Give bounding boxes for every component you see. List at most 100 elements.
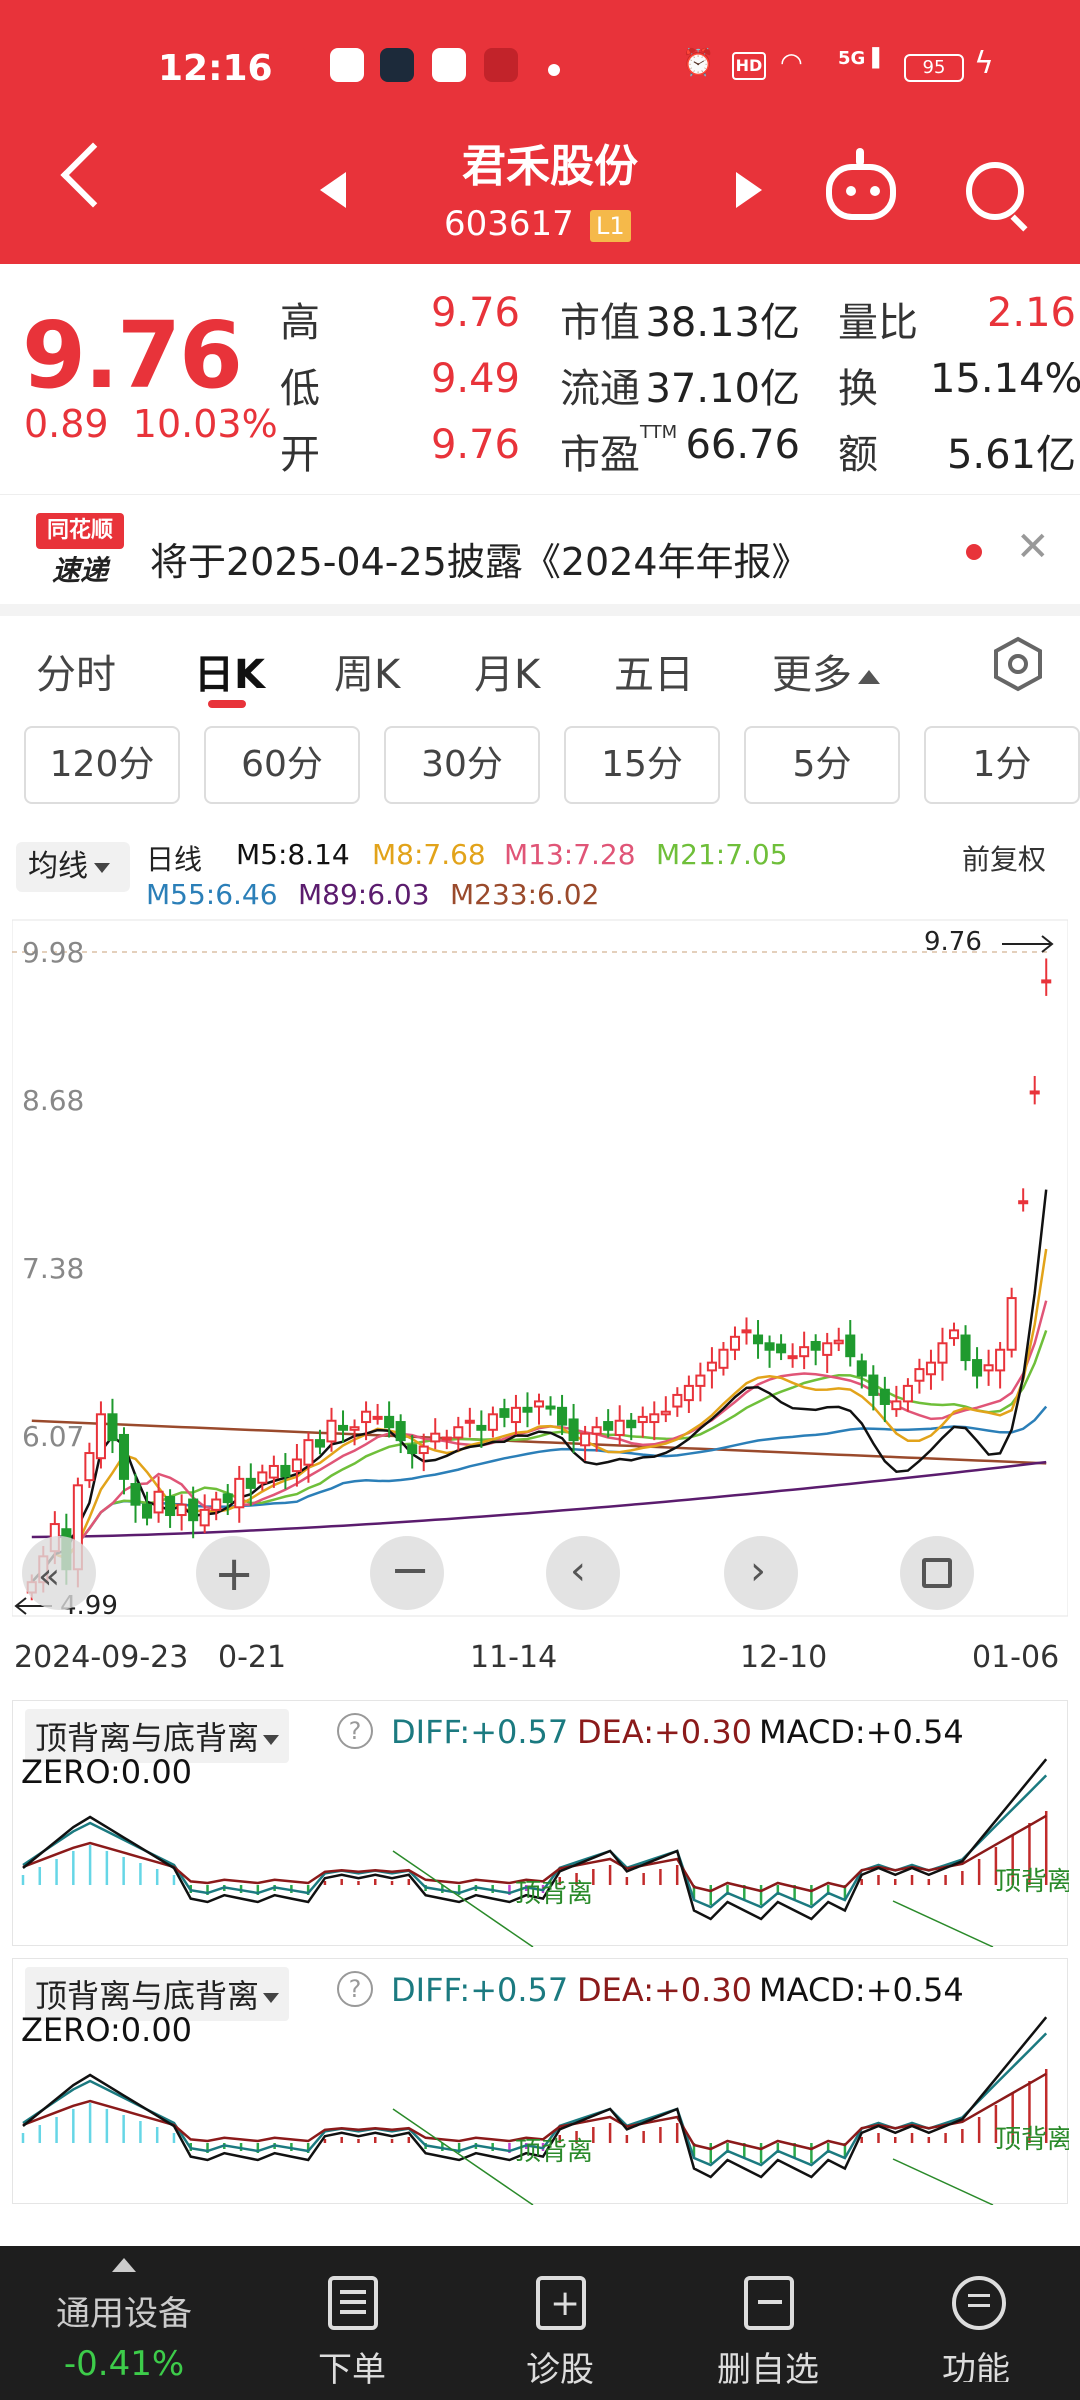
tab-more[interactable]: 更多 [772,642,880,700]
stock-code: 603617 [444,204,574,244]
close-icon[interactable]: ✕ [1016,524,1050,570]
divergence-tag: 顶背离 [515,2137,594,2167]
candle-body [580,1432,591,1447]
interval-60min[interactable]: 60分 [204,726,360,804]
interval-120min[interactable]: 120分 [24,726,180,804]
candle-body [153,1490,164,1514]
security-app-icon [380,48,414,82]
interval-30min[interactable]: 30分 [384,726,540,804]
ma-selector[interactable]: 均线 [16,842,130,892]
y-tick-3: 7.38 [22,1252,84,1285]
dropdown-icon [94,862,110,873]
candle-body [453,1426,464,1439]
pan-right-button[interactable]: › [724,1536,798,1610]
indicator-panel-2[interactable]: 顶背离与底背离 ? DIFF:+0.57 DEA:+0.30 MACD:+0.5… [12,1958,1069,2205]
tab-weekly-k[interactable]: 周K [334,642,400,700]
y-tick-1: 9.98 [22,936,84,969]
diagnose-button[interactable]: + 诊股 [460,2246,660,2400]
candle-body [234,1477,245,1509]
high-mark-label: 9.76 [924,927,982,957]
interval-15min[interactable]: 15分 [564,726,720,804]
more-functions-button[interactable]: 功能 [876,2246,1076,2400]
candle-body [637,1415,648,1424]
candle-body [799,1346,810,1358]
mktcap-value: 38.13亿 [645,300,800,346]
active-tab-indicator [208,700,246,708]
robot-assistant-icon[interactable] [826,148,896,220]
candle-body [683,1384,694,1402]
back-icon[interactable] [60,142,126,208]
amount-label: 额 [838,432,878,478]
tab-intraday[interactable]: 分时 [36,642,116,700]
candle-body [268,1464,279,1479]
candle-body [430,1432,441,1443]
open-label: 开 [280,432,320,478]
sector-name: 通用设备 [56,2294,192,2334]
date-label-2: 0-21 [218,1640,287,1675]
prev-stock-icon[interactable] [320,172,346,208]
remove-watchlist-button[interactable]: 删自选 [668,2246,868,2400]
candle-body [914,1368,925,1382]
chart-period-tabs: 分时 日K 周K 月K 五日 更多 [0,616,1080,716]
candle-body [522,1406,533,1413]
open-value: 9.76 [430,422,520,468]
candle-body [706,1361,717,1372]
candle-body [291,1458,302,1473]
candle-body [695,1374,706,1387]
zoom-reset-button[interactable]: « [22,1536,96,1610]
tab-daily-k[interactable]: 日K [194,642,265,700]
fullscreen-button[interactable] [900,1536,974,1610]
candle-body [983,1364,994,1372]
date-label-1: 2024-09-23 [14,1640,189,1675]
adjust-mode[interactable]: 前复权 [962,838,1046,878]
chart-settings-icon[interactable] [990,636,1046,692]
tab-five-day[interactable]: 五日 [614,642,694,700]
high-label: 高 [280,300,320,346]
next-stock-icon[interactable] [736,172,762,208]
low-label: 低 [280,366,320,412]
candle-body [176,1503,187,1517]
divergence-trendline [892,2158,994,2205]
menu-icon [952,2276,1006,2330]
bottom-action-bar: 通用设备 -0.41% 下单 + 诊股 删自选 功能 [0,2246,1080,2400]
change-percent: 10.03% [132,402,278,446]
indicator-panel-1[interactable]: 顶背离与底背离 ? DIFF:+0.57 DEA:+0.30 MACD:+0.5… [12,1700,1069,1947]
candle-body [972,1359,983,1377]
divergence-tag: 顶背离 [515,1879,594,1909]
zoom-out-button[interactable]: − [370,1536,444,1610]
pan-left-button[interactable]: ‹ [546,1536,620,1610]
mktcap-label: 市值 [560,300,640,346]
y-tick-4: 6.07 [22,1420,84,1453]
ths-express-logo: 同花顺 速递 [36,513,124,597]
hd-icon: HD [732,52,766,80]
candle-body [718,1348,729,1369]
candle-body [833,1339,844,1345]
interval-5min[interactable]: 5分 [744,726,900,804]
y-tick-2: 8.68 [22,1084,84,1117]
notification-icon [274,48,308,82]
candle-body [879,1388,890,1405]
order-button[interactable]: 下单 [252,2246,452,2400]
sector-ticker[interactable]: 通用设备 -0.41% [24,2246,224,2400]
candle-body [372,1415,383,1420]
interval-1min[interactable]: 1分 [924,726,1080,804]
status-time: 12:16 [158,48,273,89]
macd-chart-1 [21,1758,1048,1947]
news-banner[interactable]: 同花顺 速递 将于2025-04-25披露《2024年年报》 [0,494,1080,604]
volratio-label: 量比 [838,300,918,346]
date-axis: 2024-09-23 0-21 11-14 12-10 01-06 [0,1640,1080,1680]
header-bar: 12:16 ⏰ HD ◠ 5G▐ 95 ϟ 君禾股份 603617 L1 [0,0,1080,264]
zoom-in-button[interactable]: + [196,1536,270,1610]
candle-body [591,1426,602,1435]
candle-body [361,1410,372,1424]
candle-body [441,1436,452,1441]
search-icon[interactable] [966,162,1024,220]
candle-body [199,1508,210,1527]
tab-monthly-k[interactable]: 月K [474,642,540,700]
candle-body [810,1340,821,1351]
candle-body [626,1419,637,1429]
date-label-5: 01-06 [972,1640,1060,1675]
5g-signal-icon: 5G▐ [838,48,880,69]
candlestick-chart[interactable]: 9.98 8.68 7.38 6.07 9.76 4.99 [12,918,1068,1618]
date-label-3: 11-14 [470,1640,558,1675]
